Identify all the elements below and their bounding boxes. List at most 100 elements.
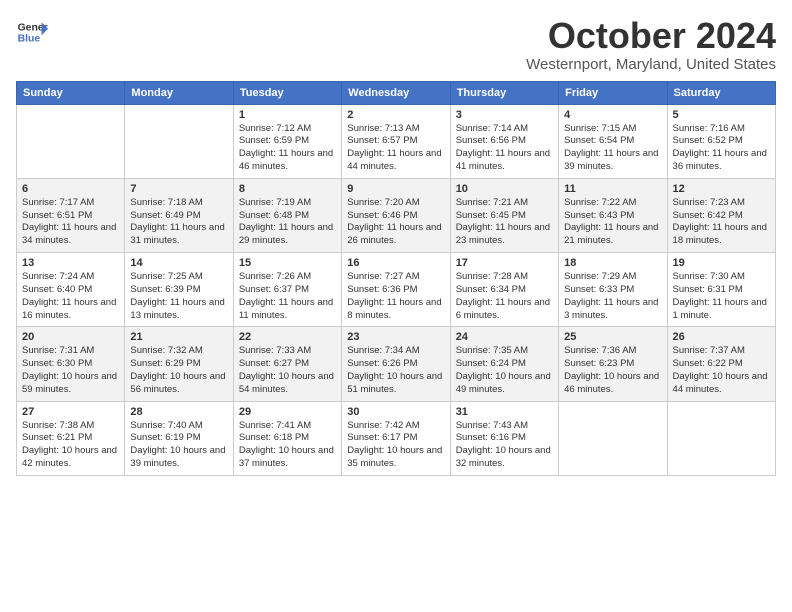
calendar-cell bbox=[667, 401, 775, 475]
calendar-week-row: 6 Sunrise: 7:17 AM Sunset: 6:51 PM Daylig… bbox=[17, 178, 776, 252]
calendar-week-row: 1Sunrise: 7:12 AM Sunset: 6:59 PM Daylig… bbox=[17, 104, 776, 178]
day-number: 15 bbox=[239, 257, 336, 269]
weekday-header-friday: Friday bbox=[559, 81, 667, 104]
calendar-cell bbox=[17, 104, 125, 178]
day-info: Sunrise: 7:12 AM Sunset: 6:59 PM Dayligh… bbox=[239, 123, 336, 174]
day-number: 24 bbox=[456, 331, 553, 343]
calendar-cell: 2 Sunrise: 7:13 AM Sunset: 6:57 PM Daylig… bbox=[342, 104, 450, 178]
calendar-week-row: 27Sunrise: 7:38 AM Sunset: 6:21 PM Dayli… bbox=[17, 401, 776, 475]
day-info: Sunrise: 7:23 AM Sunset: 6:42 PM Dayligh… bbox=[673, 197, 770, 248]
day-number: 3 bbox=[456, 109, 553, 121]
calendar-cell: 14Sunrise: 7:25 AM Sunset: 6:39 PM Dayli… bbox=[125, 253, 233, 327]
location-title: Westernport, Maryland, United States bbox=[526, 56, 776, 73]
day-number: 18 bbox=[564, 257, 661, 269]
calendar-cell: 9Sunrise: 7:20 AM Sunset: 6:46 PM Daylig… bbox=[342, 178, 450, 252]
logo: General Blue bbox=[16, 16, 48, 48]
calendar-cell: 11 Sunrise: 7:22 AM Sunset: 6:43 PM Dayli… bbox=[559, 178, 667, 252]
day-number: 28 bbox=[130, 406, 227, 418]
calendar-cell: 24 Sunrise: 7:35 AM Sunset: 6:24 PM Dayli… bbox=[450, 327, 558, 401]
page-header: General Blue October 2024 Westernport, M… bbox=[16, 16, 776, 73]
calendar-cell: 16 Sunrise: 7:27 AM Sunset: 6:36 PM Dayli… bbox=[342, 253, 450, 327]
day-number: 23 bbox=[347, 331, 444, 343]
day-info: Sunrise: 7:28 AM Sunset: 6:34 PM Dayligh… bbox=[456, 271, 553, 322]
calendar-cell: 12 Sunrise: 7:23 AM Sunset: 6:42 PM Dayli… bbox=[667, 178, 775, 252]
day-info: Sunrise: 7:30 AM Sunset: 6:31 PM Dayligh… bbox=[673, 271, 770, 322]
day-info: Sunrise: 7:14 AM Sunset: 6:56 PM Dayligh… bbox=[456, 123, 553, 174]
day-info: Sunrise: 7:20 AM Sunset: 6:46 PM Dayligh… bbox=[347, 197, 444, 248]
day-info: Sunrise: 7:18 AM Sunset: 6:49 PM Dayligh… bbox=[130, 197, 227, 248]
day-info: Sunrise: 7:43 AM Sunset: 6:16 PM Dayligh… bbox=[456, 420, 553, 471]
day-number: 12 bbox=[673, 183, 770, 195]
day-info: Sunrise: 7:15 AM Sunset: 6:54 PM Dayligh… bbox=[564, 123, 661, 174]
calendar-cell: 22 Sunrise: 7:33 AM Sunset: 6:27 PM Dayli… bbox=[233, 327, 341, 401]
calendar-cell: 20 Sunrise: 7:31 AM Sunset: 6:30 PM Dayli… bbox=[17, 327, 125, 401]
day-info: Sunrise: 7:34 AM Sunset: 6:26 PM Dayligh… bbox=[347, 345, 444, 396]
calendar-cell: 13 Sunrise: 7:24 AM Sunset: 6:40 PM Dayli… bbox=[17, 253, 125, 327]
day-info: Sunrise: 7:35 AM Sunset: 6:24 PM Dayligh… bbox=[456, 345, 553, 396]
day-info: Sunrise: 7:22 AM Sunset: 6:43 PM Dayligh… bbox=[564, 197, 661, 248]
day-info: Sunrise: 7:31 AM Sunset: 6:30 PM Dayligh… bbox=[22, 345, 119, 396]
day-info: Sunrise: 7:13 AM Sunset: 6:57 PM Dayligh… bbox=[347, 123, 444, 174]
day-info: Sunrise: 7:40 AM Sunset: 6:19 PM Dayligh… bbox=[130, 420, 227, 471]
calendar-cell: 27Sunrise: 7:38 AM Sunset: 6:21 PM Dayli… bbox=[17, 401, 125, 475]
day-number: 6 bbox=[22, 183, 119, 195]
calendar-table: SundayMondayTuesdayWednesdayThursdayFrid… bbox=[16, 81, 776, 476]
calendar-cell: 30 Sunrise: 7:42 AM Sunset: 6:17 PM Dayli… bbox=[342, 401, 450, 475]
svg-text:Blue: Blue bbox=[18, 34, 41, 45]
calendar-cell: 28 Sunrise: 7:40 AM Sunset: 6:19 PM Dayli… bbox=[125, 401, 233, 475]
day-number: 13 bbox=[22, 257, 119, 269]
weekday-header-tuesday: Tuesday bbox=[233, 81, 341, 104]
day-info: Sunrise: 7:42 AM Sunset: 6:17 PM Dayligh… bbox=[347, 420, 444, 471]
day-info: Sunrise: 7:33 AM Sunset: 6:27 PM Dayligh… bbox=[239, 345, 336, 396]
calendar-cell: 17 Sunrise: 7:28 AM Sunset: 6:34 PM Dayli… bbox=[450, 253, 558, 327]
day-info: Sunrise: 7:24 AM Sunset: 6:40 PM Dayligh… bbox=[22, 271, 119, 322]
title-block: October 2024 Westernport, Maryland, Unit… bbox=[526, 16, 776, 73]
day-info: Sunrise: 7:17 AM Sunset: 6:51 PM Dayligh… bbox=[22, 197, 119, 248]
day-number: 26 bbox=[673, 331, 770, 343]
calendar-cell: 26 Sunrise: 7:37 AM Sunset: 6:22 PM Dayli… bbox=[667, 327, 775, 401]
calendar-cell: 8 Sunrise: 7:19 AM Sunset: 6:48 PM Daylig… bbox=[233, 178, 341, 252]
day-number: 8 bbox=[239, 183, 336, 195]
weekday-header-thursday: Thursday bbox=[450, 81, 558, 104]
calendar-cell: 10Sunrise: 7:21 AM Sunset: 6:45 PM Dayli… bbox=[450, 178, 558, 252]
calendar-cell: 4 Sunrise: 7:15 AM Sunset: 6:54 PM Daylig… bbox=[559, 104, 667, 178]
calendar-cell: 3 Sunrise: 7:14 AM Sunset: 6:56 PM Daylig… bbox=[450, 104, 558, 178]
day-number: 2 bbox=[347, 109, 444, 121]
day-number: 11 bbox=[564, 183, 661, 195]
day-number: 29 bbox=[239, 406, 336, 418]
weekday-header-monday: Monday bbox=[125, 81, 233, 104]
weekday-header-sunday: Sunday bbox=[17, 81, 125, 104]
day-number: 4 bbox=[564, 109, 661, 121]
day-number: 7 bbox=[130, 183, 227, 195]
day-number: 30 bbox=[347, 406, 444, 418]
day-number: 17 bbox=[456, 257, 553, 269]
day-number: 22 bbox=[239, 331, 336, 343]
day-info: Sunrise: 7:26 AM Sunset: 6:37 PM Dayligh… bbox=[239, 271, 336, 322]
day-info: Sunrise: 7:29 AM Sunset: 6:33 PM Dayligh… bbox=[564, 271, 661, 322]
day-number: 31 bbox=[456, 406, 553, 418]
day-number: 20 bbox=[22, 331, 119, 343]
month-title: October 2024 bbox=[526, 16, 776, 56]
calendar-cell: 23 Sunrise: 7:34 AM Sunset: 6:26 PM Dayli… bbox=[342, 327, 450, 401]
weekday-header-saturday: Saturday bbox=[667, 81, 775, 104]
calendar-cell: 25Sunrise: 7:36 AM Sunset: 6:23 PM Dayli… bbox=[559, 327, 667, 401]
day-info: Sunrise: 7:19 AM Sunset: 6:48 PM Dayligh… bbox=[239, 197, 336, 248]
calendar-cell: 21Sunrise: 7:32 AM Sunset: 6:29 PM Dayli… bbox=[125, 327, 233, 401]
weekday-header-wednesday: Wednesday bbox=[342, 81, 450, 104]
calendar-cell: 15 Sunrise: 7:26 AM Sunset: 6:37 PM Dayli… bbox=[233, 253, 341, 327]
calendar-week-row: 13 Sunrise: 7:24 AM Sunset: 6:40 PM Dayli… bbox=[17, 253, 776, 327]
calendar-cell bbox=[559, 401, 667, 475]
calendar-cell: 5 Sunrise: 7:16 AM Sunset: 6:52 PM Daylig… bbox=[667, 104, 775, 178]
day-number: 19 bbox=[673, 257, 770, 269]
day-number: 5 bbox=[673, 109, 770, 121]
day-number: 27 bbox=[22, 406, 119, 418]
calendar-cell: 31 Sunrise: 7:43 AM Sunset: 6:16 PM Dayli… bbox=[450, 401, 558, 475]
calendar-cell: 19 Sunrise: 7:30 AM Sunset: 6:31 PM Dayli… bbox=[667, 253, 775, 327]
day-info: Sunrise: 7:16 AM Sunset: 6:52 PM Dayligh… bbox=[673, 123, 770, 174]
day-info: Sunrise: 7:37 AM Sunset: 6:22 PM Dayligh… bbox=[673, 345, 770, 396]
day-number: 10 bbox=[456, 183, 553, 195]
day-info: Sunrise: 7:27 AM Sunset: 6:36 PM Dayligh… bbox=[347, 271, 444, 322]
day-number: 14 bbox=[130, 257, 227, 269]
day-number: 16 bbox=[347, 257, 444, 269]
calendar-cell bbox=[125, 104, 233, 178]
